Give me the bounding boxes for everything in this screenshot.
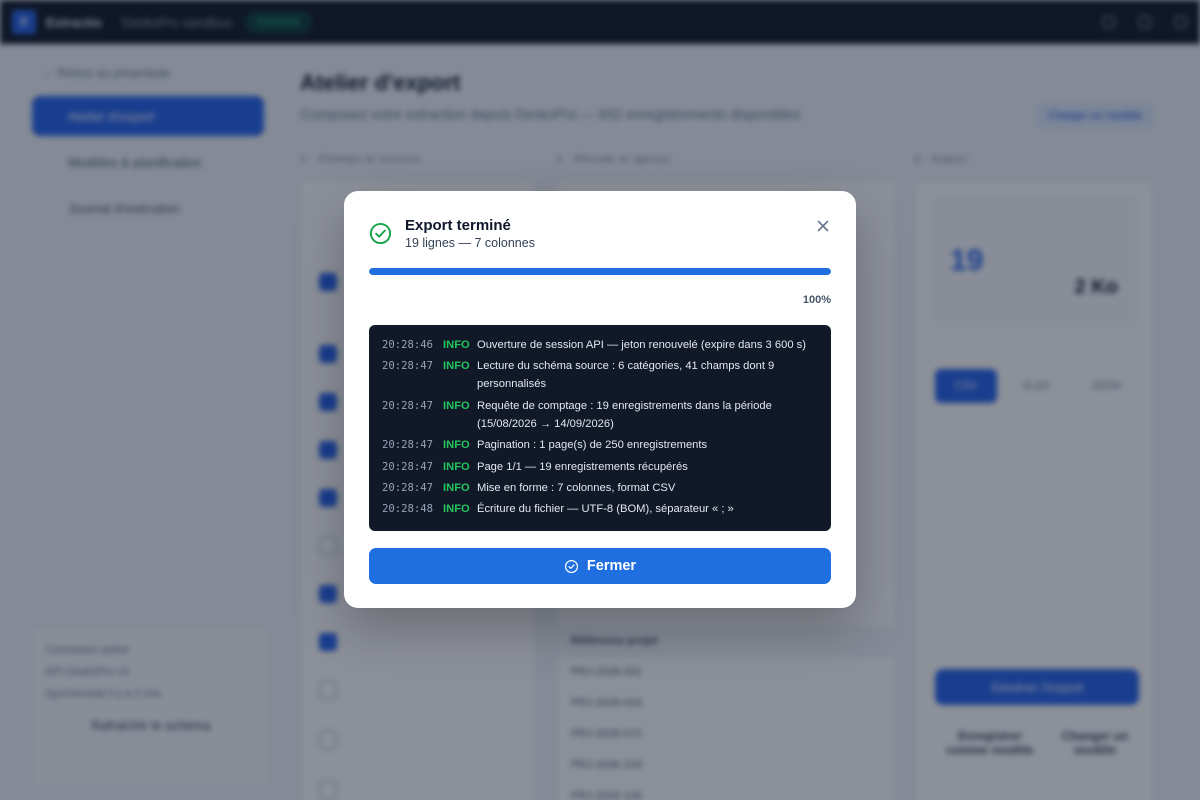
log-timestamp: 20:28:47 [382, 439, 434, 452]
log-message: Lecture du schéma source : 6 catégories,… [477, 360, 775, 391]
log-row: 20:28:47 INFO Pagination : 1 page(s) de 25… [382, 436, 819, 454]
log-timestamp: 20:28:47 [382, 360, 434, 373]
progress-percent: 100% [802, 294, 831, 306]
close-icon[interactable] [814, 217, 832, 235]
log-row: 20:28:48 INFO Écriture du fichier — UTF-8 … [382, 500, 819, 518]
log-level: INFO [443, 360, 470, 373]
check-circle-icon [369, 222, 392, 245]
close-button[interactable]: Fermer [369, 548, 831, 584]
log-timestamp: 20:28:46 [382, 339, 434, 351]
log-timestamp: 20:28:47 [382, 460, 434, 473]
log-row: 20:28:46 INFO Ouverture de session API — j… [382, 336, 819, 354]
log-row: 20:28:47 INFO Lecture du schéma source : 6… [382, 357, 819, 393]
log-timestamp: 20:28:48 [382, 503, 434, 516]
log-level: INFO [443, 439, 470, 452]
progress-fill [369, 268, 831, 275]
log-message: Requête de comptage : 19 enregistrements… [477, 399, 772, 430]
check-circle-icon [564, 559, 578, 573]
log-message: Écriture du fichier — UTF-8 (BOM), sépar… [477, 503, 734, 516]
export-log[interactable]: 20:28:46 INFO Ouverture de session API — j… [369, 325, 831, 531]
dialog-subtitle: 19 lignes — 7 colonnes [405, 236, 535, 250]
log-message: Mise en forme : 7 colonnes, format CSV [477, 481, 676, 494]
log-level: INFO [443, 339, 470, 351]
close-button-label: Fermer [586, 558, 637, 574]
log-level: INFO [443, 399, 470, 412]
log-row: 20:28:47 INFO Mise en forme : 7 colonnes, … [382, 479, 819, 497]
export-complete-dialog: Export terminé 19 lignes — 7 colonnes 10… [344, 191, 856, 608]
log-level: INFO [443, 460, 470, 473]
log-level: INFO [443, 481, 470, 494]
log-timestamp: 20:28:47 [382, 481, 434, 494]
log-timestamp: 20:28:47 [382, 399, 434, 412]
log-message: Pagination : 1 page(s) de 250 enregistre… [477, 439, 708, 452]
log-message: Page 1/1 — 19 enregistrements récupérés [477, 460, 688, 473]
log-row: 20:28:47 INFO Requête de comptage : 19 enr… [382, 397, 819, 433]
log-level: INFO [443, 503, 470, 516]
progress-bar [369, 268, 831, 275]
log-message: Ouverture de session API — jeton renouve… [477, 339, 806, 351]
log-row: 20:28:47 INFO Page 1/1 — 19 enregistrement… [382, 458, 819, 476]
dialog-title: Export terminé [405, 217, 511, 234]
